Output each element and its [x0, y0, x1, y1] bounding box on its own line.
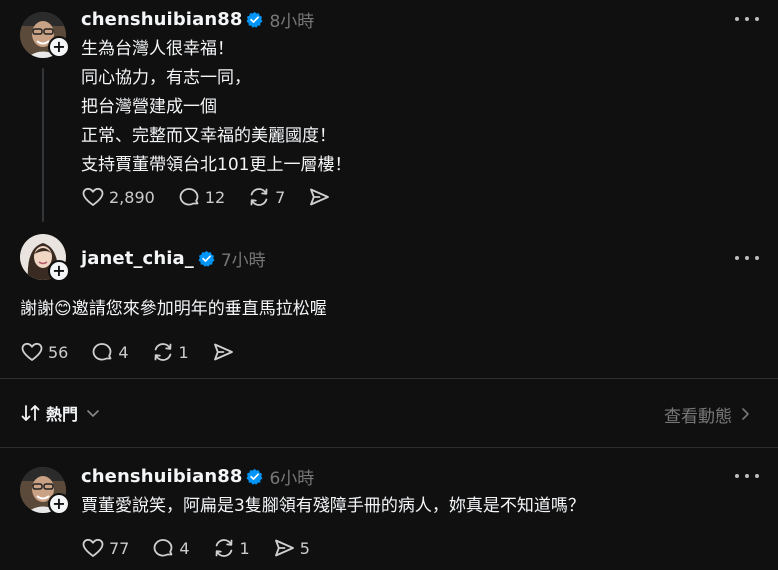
comment-icon [153, 539, 173, 557]
chevron-down-icon [87, 410, 99, 417]
comment-icon [179, 188, 199, 206]
post-text: 賈董愛說笑，阿扁是3隻腳領有殘障手冊的病人，妳真是不知道嗎？ [81, 496, 585, 516]
post-time: 6小時 [269, 468, 315, 489]
like-count: 77 [109, 538, 130, 558]
repost-icon [215, 539, 232, 557]
thread-line [42, 68, 44, 222]
post-2: + janet_chia_ 7小時 謝謝😊邀請您來參加明年的垂直馬拉松喔 56 … [0, 226, 778, 378]
share-button[interactable] [211, 340, 239, 364]
repost-icon [154, 343, 171, 361]
heart-icon [82, 187, 104, 206]
reply-count: 4 [118, 342, 129, 362]
reply-button[interactable]: 4 [90, 340, 129, 364]
share-icon [310, 188, 330, 206]
verified-icon [198, 250, 215, 267]
post-header: janet_chia_ 7小時 [81, 247, 266, 271]
post-text: 謝謝😊邀請您來參加明年的垂直馬拉松喔 [20, 295, 740, 324]
username[interactable]: chenshuibian88 [81, 466, 242, 487]
share-button[interactable]: 5 [272, 536, 310, 560]
like-count: 56 [48, 342, 69, 362]
reply-count: 12 [204, 187, 226, 207]
sort-label: 熱門 [46, 405, 79, 424]
sort-icon [21, 405, 40, 421]
post-time: 7小時 [220, 250, 266, 271]
share-button[interactable] [307, 185, 335, 209]
post-text-part: 邀請您來參加明年的垂直馬拉松喔 [71, 299, 327, 319]
repost-button[interactable]: 1 [212, 536, 250, 560]
repost-count: 7 [275, 187, 286, 207]
verified-icon [246, 11, 263, 28]
repost-icon [250, 188, 268, 206]
post-text-part: 謝謝 [20, 299, 54, 319]
post-header: chenshuibian88 6小時 [81, 465, 315, 489]
post-text: 生為台灣人很幸福！ 同心協力，有志一同， 把台灣營建成一個 正常、完整而又幸福的… [81, 39, 352, 175]
view-activity-link[interactable]: 查看動態 [664, 402, 754, 427]
share-icon [274, 539, 294, 557]
verified-icon [246, 468, 263, 485]
follow-plus-icon[interactable]: + [48, 260, 70, 282]
reply-button[interactable]: 4 [151, 536, 190, 560]
repost-button[interactable]: 1 [151, 340, 189, 364]
username[interactable]: chenshuibian88 [81, 9, 242, 30]
share-icon [213, 343, 233, 361]
repost-count: 1 [178, 342, 189, 362]
post-header: chenshuibian88 8小時 [81, 8, 315, 32]
reply-button[interactable]: 12 [177, 185, 225, 209]
heart-icon [82, 538, 104, 557]
share-count: 5 [299, 538, 310, 558]
divider [0, 378, 778, 379]
post-time: 8小時 [269, 11, 315, 32]
like-button[interactable]: 77 [81, 536, 129, 560]
more-icon[interactable] [735, 255, 759, 261]
follow-plus-icon[interactable]: + [48, 493, 70, 515]
post-actions: 2,890 12 7 [81, 184, 357, 210]
username[interactable]: janet_chia_ [81, 248, 194, 269]
post-1: + chenshuibian88 8小時 生為台灣人很幸福！ 同心協力，有志一同… [0, 0, 778, 226]
heart-icon [21, 342, 43, 361]
like-button[interactable]: 56 [20, 340, 68, 364]
follow-plus-icon[interactable]: + [48, 36, 70, 58]
like-button[interactable]: 2,890 [81, 185, 155, 209]
sort-dropdown[interactable]: 熱門 [20, 401, 102, 425]
comment-icon [92, 343, 112, 361]
like-count: 2,890 [109, 187, 155, 207]
view-activity-label: 查看動態 [664, 406, 732, 427]
more-icon[interactable] [735, 16, 759, 22]
post-actions: 56 4 1 [20, 339, 261, 365]
post-3: + chenshuibian88 6小時 賈董愛說笑，阿扁是3隻腳領有殘障手冊的… [0, 448, 778, 570]
reply-count: 4 [179, 538, 190, 558]
post-actions: 77 4 1 5 [81, 535, 332, 561]
repost-button[interactable]: 7 [247, 185, 285, 209]
chevron-right-icon [742, 408, 749, 420]
more-icon[interactable] [735, 473, 759, 479]
repost-count: 1 [239, 538, 250, 558]
smile-emoji: 😊 [54, 299, 72, 319]
